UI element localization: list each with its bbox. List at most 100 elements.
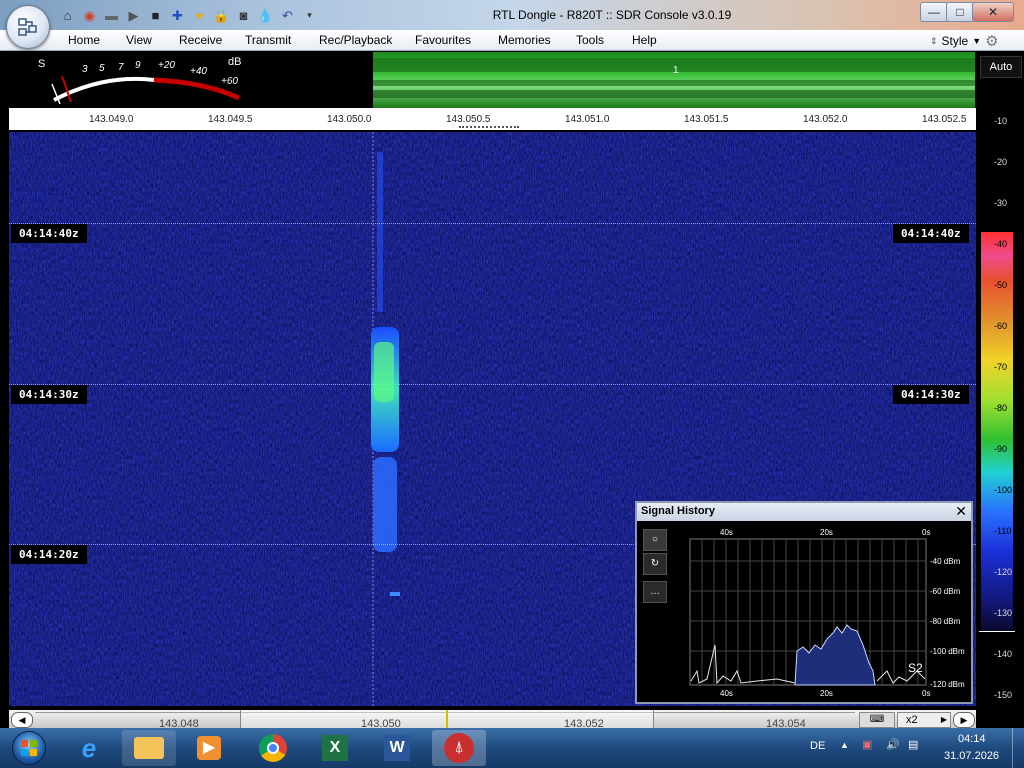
tray-app-icon[interactable]: ▣ <box>862 738 872 751</box>
time-top-20s: 20s <box>820 528 833 537</box>
ie-glyph-icon: e <box>81 732 97 763</box>
time-label-right: 04:14:30z <box>893 385 969 404</box>
scale-divider <box>979 631 1015 632</box>
keyboard-button[interactable]: ⌨ <box>859 712 895 728</box>
time-label-left: 04:14:40z <box>11 224 87 243</box>
app-logo-icon <box>18 18 37 36</box>
db-tick: -120 <box>994 567 1013 577</box>
meter-scale-40: +40 <box>190 66 207 77</box>
frequency-navigator[interactable]: ◀ 143.048 143.050 143.052 143.054 ⌨ x2 ▶… <box>9 710 976 730</box>
menu-bar: Home View Receive Transmit Rec/Playback … <box>0 30 1024 51</box>
close-button[interactable]: ✕ <box>972 2 1014 22</box>
signal-history-header[interactable]: Signal History ✕ <box>637 503 971 521</box>
style-selector[interactable]: ⇕ Style ▼ ⚙ <box>930 32 999 50</box>
clock-time[interactable]: 04:14 <box>958 733 986 745</box>
word-glyph-icon: W <box>384 735 410 761</box>
spectrum-band-3 <box>373 90 975 98</box>
network-icon[interactable]: ▤ <box>908 738 918 751</box>
system-tray: DE ▲ ▣ 🔊 ▤ 04:14 31.07.2026 <box>800 728 1024 768</box>
db-tick: -50 <box>994 280 1008 290</box>
meter-scale-9: 9 <box>135 60 141 71</box>
db-tick: -140 <box>994 649 1013 659</box>
menu-memories[interactable]: Memories <box>498 33 551 47</box>
signal-history-close-button[interactable]: ✕ <box>955 503 967 520</box>
signal-trace-tail <box>373 457 397 552</box>
signal-history-title: Signal History <box>641 505 715 517</box>
db-label: dB <box>228 56 242 68</box>
window-title: RTL Dongle - R820T :: SDR Console v3.0.1… <box>492 8 732 22</box>
clock-date[interactable]: 31.07.2026 <box>944 750 999 762</box>
chrome-glyph-icon <box>259 734 287 762</box>
nav-right-button[interactable]: ▶ <box>953 712 975 728</box>
excel-icon[interactable]: X <box>308 730 362 766</box>
time-gridline <box>9 223 976 224</box>
language-indicator[interactable]: DE <box>810 740 825 752</box>
spectrum-left-dark <box>249 52 373 108</box>
meter-scale-5: 5 <box>99 63 105 74</box>
meter-scale-60: +60 <box>221 76 238 87</box>
freq-label: 143.049.0 <box>89 114 134 125</box>
menu-favourites[interactable]: Favourites <box>415 33 471 47</box>
menu-tools[interactable]: Tools <box>576 33 604 47</box>
menu-view[interactable]: View <box>126 33 152 47</box>
db-tick: -100 <box>994 485 1013 495</box>
spectrum-display[interactable]: 1 <box>373 52 975 108</box>
s-label: S <box>38 58 46 70</box>
db-tick: -130 <box>994 608 1013 618</box>
sdr-console-taskbar-button[interactable]: ⍋ <box>432 730 486 766</box>
menu-help[interactable]: Help <box>632 33 657 47</box>
time-top-0s: 0s <box>922 528 930 537</box>
db-tick: -80 <box>994 403 1008 413</box>
menu-rec-playback[interactable]: Rec/Playback <box>319 33 392 47</box>
db-tick: -110 <box>994 526 1012 536</box>
channel-marker: 1 <box>673 65 679 76</box>
sdr-console-glyph-icon: ⍋ <box>444 733 474 763</box>
db-tick: -20 <box>994 157 1008 167</box>
splitter-handle[interactable] <box>459 126 519 131</box>
time-gridline <box>9 384 976 385</box>
menu-home[interactable]: Home <box>68 33 100 47</box>
style-dropdown-icon: ▼ <box>972 36 982 46</box>
zoom-selector[interactable]: x2 ▶ <box>897 712 951 728</box>
file-explorer-icon[interactable] <box>122 730 176 766</box>
freq-label: 143.049.5 <box>208 114 253 125</box>
internet-explorer-icon[interactable]: e <box>62 730 116 766</box>
dbm-label: -60 dBm <box>930 587 961 596</box>
signal-history-graph: 40s 20s 0s 40s 20s 0s -40 dBm -60 dBm -8… <box>689 528 965 698</box>
signal-history-window[interactable]: Signal History ✕ ○ ↻ … 40s 20s 0s 40s 20… <box>635 501 973 704</box>
menu-transmit[interactable]: Transmit <box>245 33 291 47</box>
nav-left-button[interactable]: ◀ <box>11 712 33 728</box>
volume-icon[interactable]: 🔊 <box>886 738 900 751</box>
word-icon[interactable]: W <box>370 730 424 766</box>
time-bottom-20s: 20s <box>820 689 833 698</box>
chrome-icon[interactable] <box>246 730 300 766</box>
db-tick: -150 <box>994 690 1013 700</box>
zoom-value: x2 <box>906 714 918 726</box>
settings-gear-icon[interactable]: ⚙ <box>985 32 998 50</box>
dbm-label: -80 dBm <box>930 617 961 626</box>
show-desktop-button[interactable] <box>1012 728 1024 768</box>
show-hidden-icons-button[interactable]: ▲ <box>840 740 849 750</box>
menu-receive[interactable]: Receive <box>179 33 222 47</box>
time-label-left: 04:14:20z <box>11 545 87 564</box>
media-player-icon[interactable]: ▶ <box>182 730 236 766</box>
meter-scale-3: 3 <box>82 64 88 75</box>
maximize-button[interactable]: □ <box>946 2 974 22</box>
minimize-button[interactable]: — <box>920 2 948 22</box>
style-label: Style <box>941 34 969 48</box>
time-top-40s: 40s <box>720 528 733 537</box>
signal-trace-faint <box>377 152 383 312</box>
zoom-arrow-icon: ▶ <box>940 715 947 724</box>
nav-cursor <box>446 710 448 728</box>
auto-scale-button[interactable]: Auto <box>980 56 1022 78</box>
s-unit-reading: S2 <box>908 661 923 675</box>
app-menu-button[interactable] <box>6 5 50 49</box>
db-tick: -70 <box>994 362 1008 372</box>
time-bottom-40s: 40s <box>720 689 733 698</box>
frequency-scale[interactable]: 143.049.0 143.049.5 143.050.0 143.050.5 … <box>9 108 976 133</box>
start-button[interactable] <box>2 730 56 766</box>
freq-label: 143.052.5 <box>922 114 967 125</box>
db-tick: -90 <box>994 444 1008 454</box>
taskbar: e ▶ X W ⍋ DE ▲ ▣ 🔊 ▤ 04:14 31.07.2026 <box>0 728 1024 768</box>
meter-scale-20: +20 <box>158 60 175 71</box>
